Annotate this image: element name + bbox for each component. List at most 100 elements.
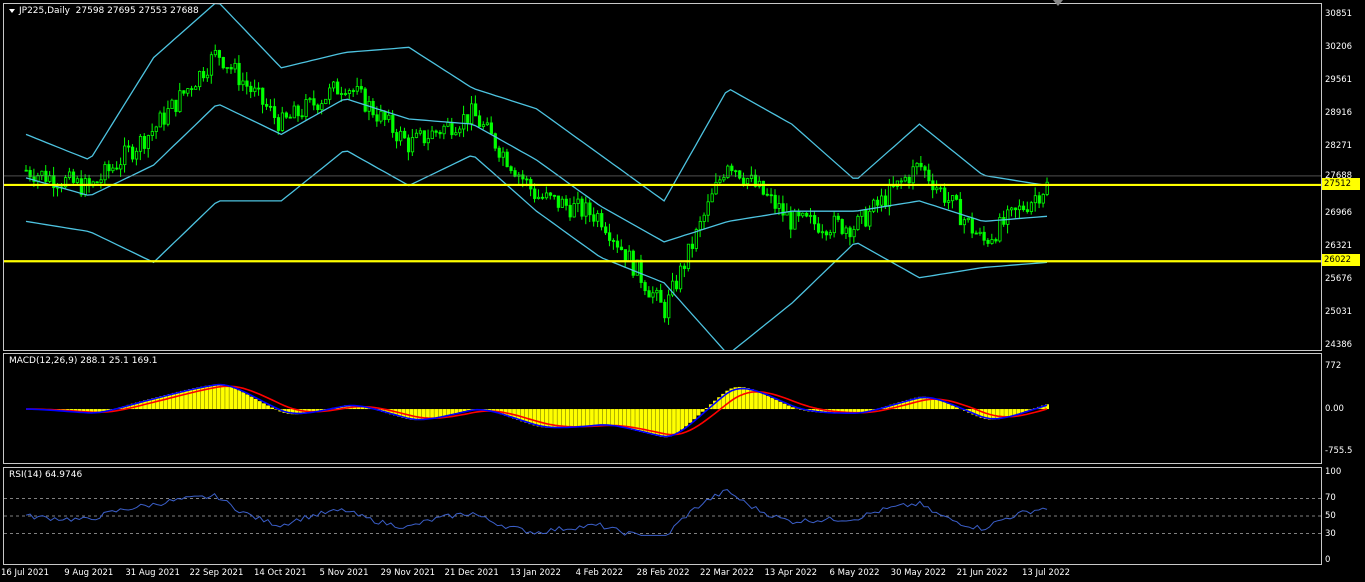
rsi-canvas[interactable] [4,468,1321,564]
candle-body [79,178,83,196]
candle-body [580,198,584,217]
candle-body [458,128,462,134]
candle-body [533,188,537,199]
macd-histogram-bar [233,388,238,410]
candle-body [119,164,123,170]
level-price-tag-2: 26022 [1322,254,1360,267]
macd-canvas[interactable] [4,354,1321,463]
macd-histogram-bar [692,409,697,420]
candle-body [844,227,848,234]
candle-body [166,108,170,125]
macd-histogram-bar [175,391,180,410]
macd-histogram-bar [680,409,685,430]
candle-body [872,199,876,212]
chart-shift-marker-icon[interactable] [1053,0,1063,6]
candle-body [911,166,915,184]
macd-histogram-bar [225,385,229,410]
candle-body [154,126,158,132]
macd-histogram-bar [413,409,418,421]
candle-body [596,213,600,222]
candle-body [312,98,316,106]
candle-body [883,195,888,207]
candle-body [410,137,415,153]
price-tick-label: 28916 [1325,108,1353,119]
candle-body [430,130,434,140]
macd-tick-label: 0.00 [1325,404,1344,415]
candle-body [765,193,769,196]
macd-histogram-bar [245,394,250,410]
candle-body [560,198,564,208]
rsi-line [25,489,1048,536]
macd-histogram-bar [540,409,545,428]
price-tick-label: 25676 [1325,273,1353,284]
macd-axis: 772 0.00 -755.5 [1322,353,1365,464]
candle-body [1029,202,1034,212]
candle-body [355,86,359,92]
candle-body [773,194,777,209]
candle-body [320,103,324,111]
price-chart-canvas[interactable] [4,4,1321,350]
date-tick-label: 9 Aug 2021 [64,568,114,578]
time-axis[interactable]: 16 Jul 2021 9 Aug 2021 31 Aug 2021 22 Sep 2… [1,566,1322,582]
date-tick-label: 22 Sep 2021 [189,568,244,578]
candle-body [509,166,513,171]
candle-body [907,176,911,184]
macd-histogram-bar [672,409,676,435]
macd-histogram-bar [442,409,447,416]
macd-histogram-bar [184,389,188,410]
rsi-axis: 100 70 50 30 0 [1322,467,1365,565]
dropdown-arrow-icon[interactable] [9,8,15,13]
rsi-tick-label: 0 [1325,555,1331,565]
date-tick-label: 4 Feb 2022 [575,568,624,578]
candle-body [1033,195,1037,204]
candle-body [939,187,943,190]
rsi-tick-label: 30 [1325,528,1336,539]
candle-body [107,164,111,172]
candle-body [162,112,166,125]
macd-histogram-bar [249,396,254,410]
macd-histogram-bar [696,409,701,416]
candle-body [868,210,872,227]
candle-body [454,132,458,136]
candle-body [391,114,395,133]
candle-body [659,289,663,303]
candle-body [915,162,919,168]
date-tick-label: 6 May 2022 [829,568,880,578]
candle-body [927,169,931,182]
price-chart-pane[interactable]: JP225,Daily 27598 27695 27553 27688 [3,3,1322,351]
candle-body [994,239,998,242]
macd-pane[interactable]: MACD(12,26,9) 288.1 25.1 169.1 [3,353,1322,464]
rsi-pane[interactable]: RSI(14) 64.9746 [3,467,1322,565]
macd-tick-label: -755.5 [1325,446,1353,457]
candle-body [627,250,631,262]
macd-histogram-bar [430,409,434,419]
candle-body [1021,205,1026,211]
macd-histogram-bar [614,409,619,427]
candle-body [387,114,391,120]
candle-body [249,85,253,93]
candle-body [339,93,344,95]
macd-histogram-bar [270,407,275,410]
candle-body [194,86,198,90]
candle-body [182,90,186,94]
candle-body [489,122,493,135]
candle-body [982,231,986,241]
candle-body [970,217,974,234]
macd-histogram-bar [573,409,578,428]
macd-histogram-bar [758,392,762,410]
candle-body [272,106,277,118]
candle-body [552,194,557,197]
candle-body [434,130,438,133]
price-tick-label: 24386 [1325,340,1353,350]
candle-body [470,103,474,124]
candle-body [351,90,355,92]
macd-histogram-bar [581,409,586,427]
price-tick-label: 25031 [1325,306,1353,317]
macd-histogram-bar [700,409,705,412]
candle-body [919,162,923,168]
candle-body [343,93,348,95]
candle-body [576,198,580,204]
macd-histogram-bar [618,409,623,427]
candle-body [797,210,801,217]
macd-histogram-bar [676,409,680,433]
